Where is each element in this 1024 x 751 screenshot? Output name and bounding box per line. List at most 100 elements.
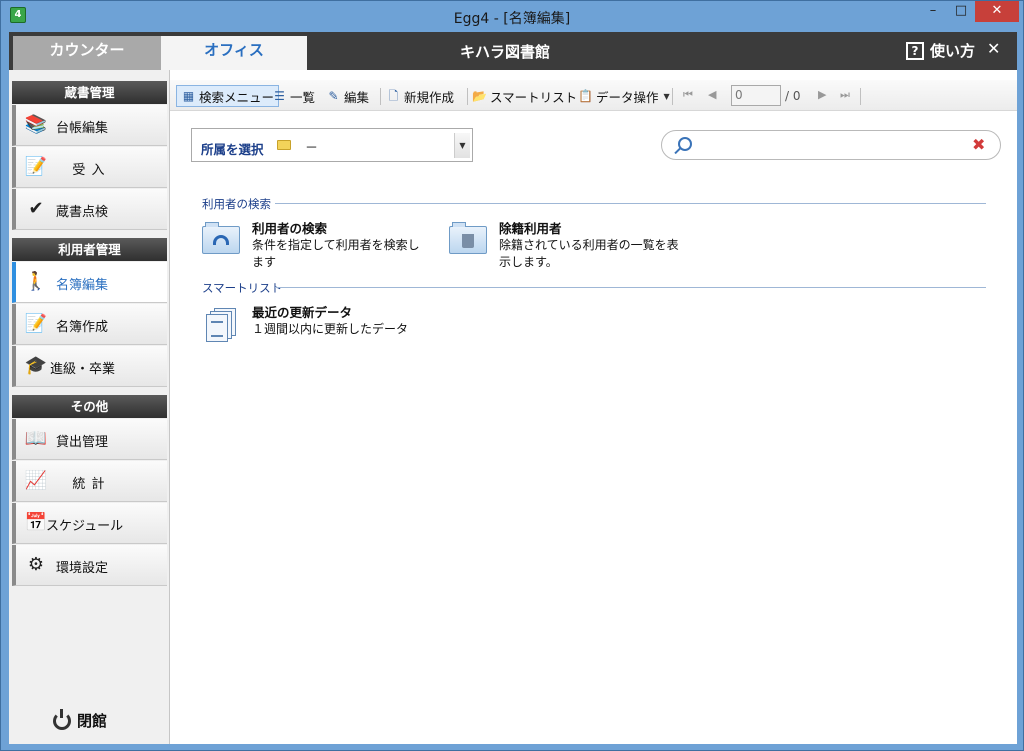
entry-user-search[interactable]: 利用者の検索 条件を指定して利用者を検索します <box>202 220 442 280</box>
next-page-icon[interactable]: ▶ <box>818 88 826 101</box>
documents-icon <box>202 304 242 342</box>
entry-recent-updates[interactable]: 最近の更新データ １週間以内に更新したデータ <box>202 304 462 352</box>
sidebar-item-label: 統 計 <box>72 477 106 492</box>
sidebar-item-label: 蔵書点検 <box>56 205 109 220</box>
toolbar-separator <box>860 88 861 105</box>
sidebar-item-schedule[interactable]: 📅 スケジュール <box>12 503 167 544</box>
power-icon <box>53 708 71 730</box>
sidebar-item-promotion-graduation[interactable]: 🎓 進級・卒業 <box>12 346 167 387</box>
folder-icon <box>277 140 291 150</box>
sidebar-item-label: 進級・卒業 <box>50 362 116 377</box>
sidebar-item-label: 受 入 <box>72 163 106 178</box>
group-title-user-search: 利用者の検索 <box>202 197 271 211</box>
sidebar-item-statistics[interactable]: 📈 統 計 <box>12 461 167 502</box>
sidebar-item-settings[interactable]: ⚙ 環境設定 <box>12 545 167 586</box>
divider <box>275 287 986 288</box>
tab-office[interactable]: オフィス <box>161 36 307 70</box>
chart-icon: 📈 <box>24 470 48 491</box>
document-pen-icon: 📝 <box>24 156 48 177</box>
graduate-icon: 🎓 <box>24 355 48 376</box>
sidebar-item-roster-edit[interactable]: 🚶 名簿編集 <box>12 262 167 303</box>
page-number-input[interactable]: 0 <box>731 85 781 106</box>
sidebar-header-collection: 蔵書管理 <box>12 81 167 104</box>
first-page-icon[interactable]: ⏮ <box>683 88 693 102</box>
entry-title: 利用者の検索 <box>252 221 328 236</box>
help-button[interactable]: ? 使い方 <box>906 40 975 61</box>
books-icon: 📚 <box>24 114 48 135</box>
toolbar-separator <box>672 88 673 105</box>
new-button[interactable]: 🗋 新規作成 <box>386 85 454 107</box>
sidebar-item-label: 名簿作成 <box>56 320 109 335</box>
data-operations-label: データ操作 <box>596 89 659 105</box>
search-menu-button[interactable]: ▦ 検索メニュー <box>176 85 280 107</box>
prev-page-icon[interactable]: ◀ <box>708 88 716 101</box>
window-close-button[interactable]: ✕ <box>975 1 1019 22</box>
tab-counter[interactable]: カウンター <box>13 36 161 70</box>
help-label: 使い方 <box>930 42 976 60</box>
search-box: ✖ <box>661 130 1001 160</box>
sidebar: 蔵書管理 📚 台帳編集 📝 受 入 ✔ 蔵書点検 利用者管理 🚶 名簿編集 📝 … <box>9 70 170 744</box>
list-label: 一覧 <box>290 89 316 105</box>
maximize-button[interactable]: □ <box>947 1 975 22</box>
toolbar: ▦ 検索メニュー ☰ 一覧 ✎ 編集 🗋 新規作成 📂 スマートリスト ▼ 📋 … <box>170 80 1017 111</box>
minimize-button[interactable]: – <box>919 1 947 22</box>
divider <box>275 203 986 204</box>
entry-description: 条件を指定して利用者を検索します <box>252 238 420 269</box>
sidebar-item-inventory-check[interactable]: ✔ 蔵書点検 <box>12 189 167 230</box>
help-icon: ? <box>906 41 924 60</box>
page-total: / 0 <box>785 89 801 103</box>
toolbar-separator <box>380 88 381 105</box>
entry-description: １週間以内に更新したデータ <box>252 322 409 336</box>
affiliation-select[interactable]: 所属を選択 － ▼ <box>191 128 473 162</box>
main-tab-bar: カウンター オフィス キハラ図書館 ? 使い方 ✕ <box>9 32 1017 70</box>
affiliation-label: 所属を選択 <box>201 142 264 157</box>
panel-close-button[interactable]: ✕ <box>987 39 1000 58</box>
sidebar-item-roster-create[interactable]: 📝 名簿作成 <box>12 304 167 345</box>
search-input[interactable] <box>702 136 962 154</box>
search-icon <box>678 137 692 151</box>
group-title-smart-list: スマートリスト <box>202 281 283 295</box>
sidebar-item-label: 貸出管理 <box>56 435 109 450</box>
clear-icon[interactable]: ✖ <box>972 135 985 154</box>
data-operations-button[interactable]: 📋 データ操作 ▼ <box>578 85 670 107</box>
sidebar-header-users: 利用者管理 <box>12 238 167 261</box>
open-book-icon: 📖 <box>24 428 48 449</box>
list-button[interactable]: ☰ 一覧 <box>272 85 315 107</box>
toolbar-separator <box>467 88 468 105</box>
grid-icon: ▦ <box>182 88 195 103</box>
sidebar-header-other: その他 <box>12 395 167 418</box>
new-label: 新規作成 <box>404 89 455 105</box>
folder-search-icon <box>202 220 242 254</box>
sidebar-item-ledger-edit[interactable]: 📚 台帳編集 <box>12 105 167 146</box>
sidebar-item-label: 環境設定 <box>56 561 109 576</box>
affiliation-value: － <box>305 141 319 156</box>
close-library-button[interactable]: 閉館 <box>53 708 108 731</box>
gear-icon: ⚙ <box>27 554 45 575</box>
sidebar-item-label: 台帳編集 <box>56 121 109 136</box>
window-title: Egg4 - [名簿編集] <box>453 11 571 27</box>
list-icon: ☰ <box>274 88 285 103</box>
edit-label: 編集 <box>344 89 370 105</box>
checkmark-icon: ✔ <box>28 198 44 219</box>
people-walking-icon: 🚶 <box>24 271 48 292</box>
document-pen-icon: 📝 <box>24 313 48 334</box>
folder-icon: 📂 <box>472 88 487 103</box>
search-menu-label: 検索メニュー <box>199 89 275 105</box>
entry-title: 最近の更新データ <box>252 305 353 320</box>
chevron-down-icon[interactable]: ▼ <box>454 133 470 158</box>
entry-title: 除籍利用者 <box>499 221 562 236</box>
edit-button[interactable]: ✎ 編集 <box>326 85 369 107</box>
smart-list-button[interactable]: 📂 スマートリスト ▼ <box>472 85 588 107</box>
sidebar-item-loan-management[interactable]: 📖 貸出管理 <box>12 419 167 460</box>
last-page-icon[interactable]: ⏭ <box>840 88 850 102</box>
data-edit-icon: 📋 <box>578 88 593 103</box>
sidebar-item-label: 名簿編集 <box>56 278 109 293</box>
calendar-icon: 📅 <box>24 512 48 533</box>
folder-trash-icon <box>449 220 489 254</box>
library-name: キハラ図書館 <box>459 43 550 61</box>
sidebar-item-acquisition[interactable]: 📝 受 入 <box>12 147 167 188</box>
smart-list-label: スマートリスト <box>490 89 578 105</box>
entry-removed-users[interactable]: 除籍利用者 除籍されている利用者の一覧を表示します。 <box>449 220 689 280</box>
title-bar: 4 Egg4 - [名簿編集] – □ ✕ <box>1 1 1023 31</box>
close-library-label: 閉館 <box>77 712 108 730</box>
